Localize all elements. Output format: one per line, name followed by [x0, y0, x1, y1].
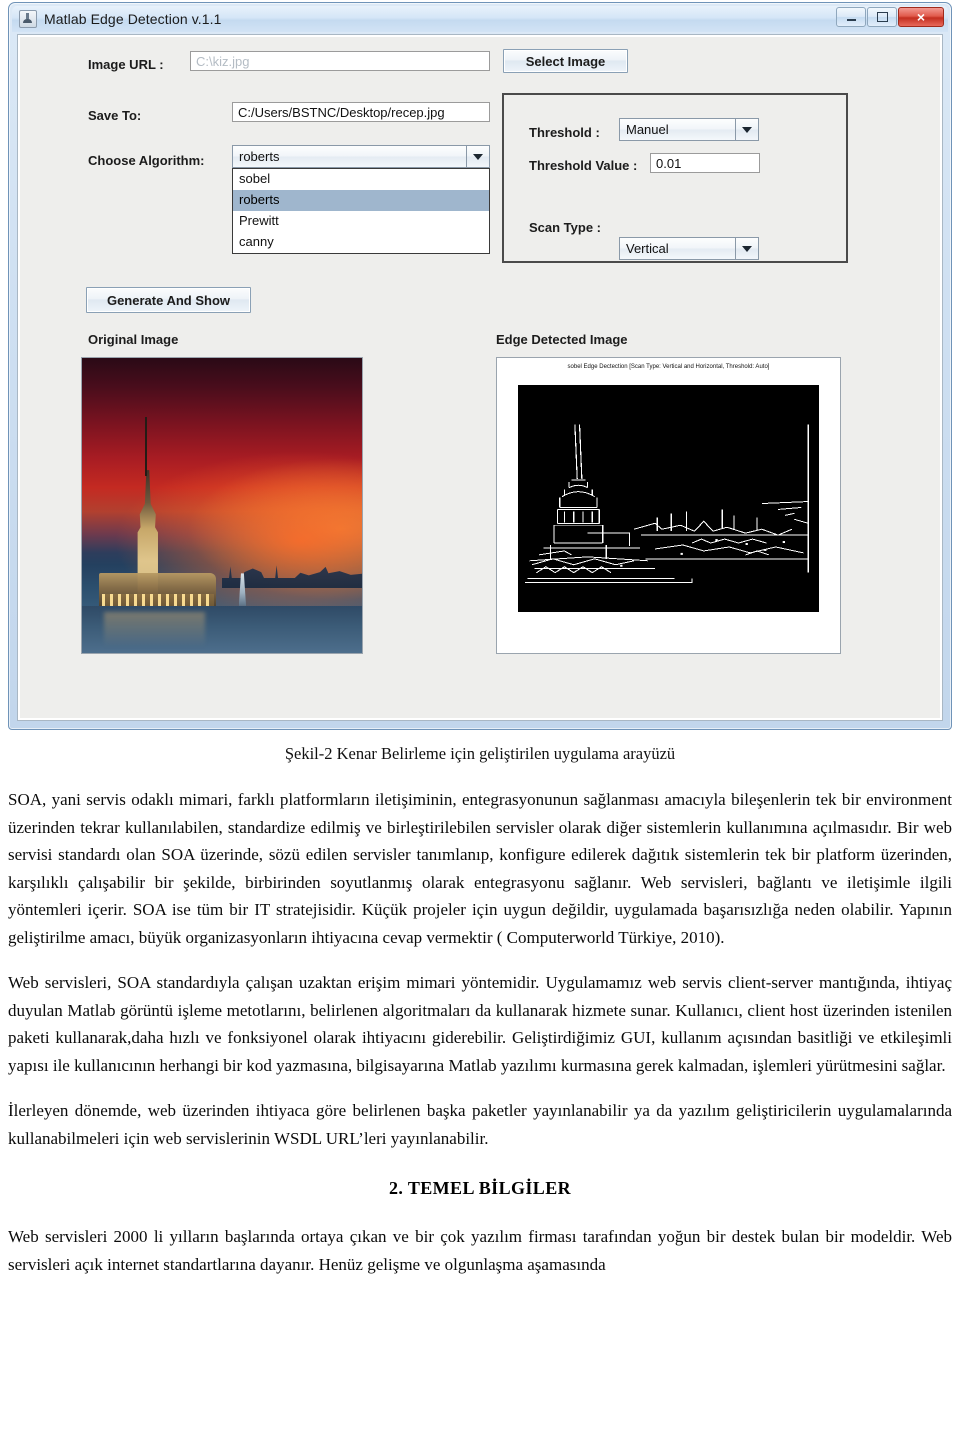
- scan-type-dropdown-button[interactable]: [735, 238, 758, 259]
- threshold-settings-panel: Threshold : Manuel Threshold Value : 0.0…: [502, 93, 848, 263]
- chevron-down-icon: [742, 126, 752, 133]
- edge-detected-image-label: Edge Detected Image: [496, 332, 628, 347]
- close-icon: ×: [916, 9, 926, 25]
- minimize-button[interactable]: [836, 7, 866, 27]
- window-title: Matlab Edge Detection v.1.1: [44, 11, 222, 27]
- matlab-app-icon: [19, 10, 37, 28]
- save-to-input[interactable]: C:/Users/BSTNC/Desktop/recep.jpg: [232, 102, 490, 122]
- algorithm-combobox[interactable]: roberts: [232, 145, 490, 168]
- scan-type-label: Scan Type :: [529, 220, 602, 235]
- algorithm-dropdown-button[interactable]: [466, 146, 489, 167]
- select-image-button[interactable]: Select Image: [503, 49, 628, 73]
- threshold-value-label: Threshold Value :: [529, 158, 638, 173]
- edge-detected-image-preview: sobel Edge Dectection [Scan Type: Vertic…: [496, 357, 841, 654]
- photo-water-reflection: [104, 611, 206, 648]
- generate-and-show-button[interactable]: Generate And Show: [86, 287, 251, 313]
- photo-base-lights: [101, 594, 214, 606]
- minimize-icon: [837, 8, 865, 26]
- algorithm-option-canny[interactable]: canny: [233, 232, 489, 253]
- edge-detected-photo: [517, 384, 820, 612]
- scan-type-selected-value: Vertical: [626, 241, 669, 256]
- paragraph-1: SOA, yani servis odaklı mimari, farklı p…: [8, 790, 952, 947]
- choose-algorithm-label: Choose Algorithm:: [88, 153, 205, 168]
- original-image-label: Original Image: [88, 332, 179, 347]
- window-client-area: Image URL : C:\kiz.jpg Select Image Save…: [17, 34, 943, 721]
- original-photo: [82, 358, 362, 653]
- threshold-combobox[interactable]: Manuel: [619, 118, 759, 141]
- algorithm-option-prewitt[interactable]: Prewitt: [233, 211, 489, 232]
- threshold-value-input[interactable]: 0.01: [650, 153, 760, 173]
- photo-tower-spire: [145, 417, 148, 476]
- maximize-icon: [868, 8, 896, 26]
- figure-caption: Şekil-2 Kenar Belirleme için geliştirile…: [284, 744, 676, 763]
- image-url-input[interactable]: C:\kiz.jpg: [190, 51, 490, 71]
- algorithm-option-sobel[interactable]: sobel: [233, 169, 489, 190]
- chevron-down-icon: [742, 245, 752, 252]
- edge-detection-svg: [517, 384, 820, 612]
- threshold-label: Threshold :: [529, 125, 600, 140]
- section-heading: 2. TEMEL BİLGİLER: [388, 1178, 572, 1198]
- threshold-selected-value: Manuel: [626, 122, 669, 137]
- algorithm-option-roberts[interactable]: roberts: [233, 190, 489, 211]
- scan-type-combobox[interactable]: Vertical: [619, 237, 759, 260]
- paragraph-2: Web servisleri, SOA standardıyla çalışan…: [8, 973, 952, 1075]
- window-controls: ×: [835, 7, 944, 27]
- close-button[interactable]: ×: [898, 7, 944, 27]
- threshold-dropdown-button[interactable]: [735, 119, 758, 140]
- edge-detection-caption: sobel Edge Dectection [Scan Type: Vertic…: [567, 363, 770, 370]
- paragraph-4: Web servisleri 2000 li yılların başların…: [8, 1227, 952, 1274]
- save-to-label: Save To:: [88, 108, 142, 123]
- paragraph-3: İlerleyen dönemde, web üzerinden ihtiyac…: [8, 1101, 952, 1148]
- algorithm-selected-value: roberts: [239, 149, 280, 164]
- window-titlebar[interactable]: Matlab Edge Detection v.1.1 ×: [12, 6, 948, 32]
- matlab-edge-detection-window: Matlab Edge Detection v.1.1 × Image URL …: [8, 2, 952, 730]
- maximize-button[interactable]: [867, 7, 897, 27]
- original-image-preview: [81, 357, 363, 654]
- chevron-down-icon: [473, 153, 483, 160]
- algorithm-dropdown-list[interactable]: sobel roberts Prewitt canny: [232, 168, 490, 254]
- document-body: Şekil-2 Kenar Belirleme için geliştirile…: [0, 744, 960, 1296]
- image-url-label: Image URL :: [88, 57, 164, 72]
